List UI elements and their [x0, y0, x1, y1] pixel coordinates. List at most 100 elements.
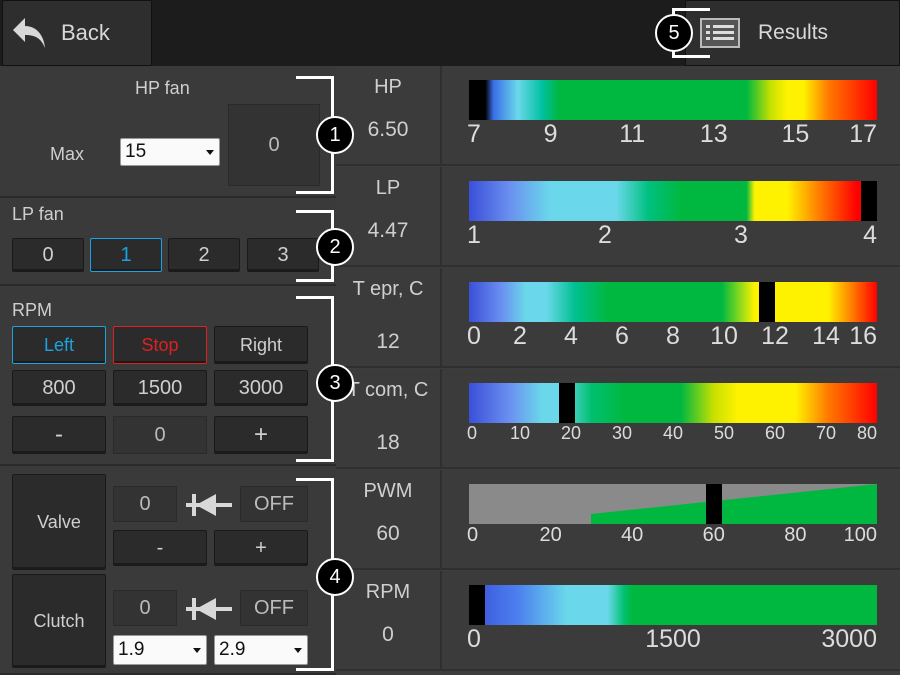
gauge-row-4: PWM 60 0 20 40 60 80 100 [336, 470, 900, 570]
gauge-marker [558, 383, 575, 423]
gauge-separator [440, 268, 442, 366]
max-select[interactable]: 15 [120, 138, 220, 166]
gauge-row-5: RPM 0 0 1500 3000 [336, 571, 900, 671]
max-label: Max [50, 144, 85, 164]
clutch-select-2[interactable]: 2.9 [214, 635, 308, 665]
gauge-marker [860, 181, 877, 221]
gauge-tick-label: 60 [702, 524, 725, 546]
valve-value: 0 [113, 486, 177, 522]
gauge-tick-label: 0 [467, 423, 478, 443]
gauge-separator [440, 66, 442, 164]
rpm-preset-3000[interactable]: 3000 [214, 370, 308, 406]
hp-fan-title: HP fan [135, 78, 190, 98]
gauge-tick-label: 12 [761, 322, 789, 350]
lp-fan-option-1[interactable]: 1 [90, 238, 162, 272]
gauge-marker [758, 282, 775, 322]
gauge-tick-label: 50 [713, 423, 735, 443]
clutch-button[interactable]: Clutch [12, 574, 106, 668]
gauge-bar [469, 383, 877, 423]
gauge-row-3: T com, C 18 0 10 20 30 40 50 60 70 80 [336, 369, 900, 469]
badge-4: 4 [316, 558, 354, 596]
clutch-value: 0 [113, 590, 177, 626]
lp-fan-option-0[interactable]: 0 [12, 238, 84, 272]
rpm-minus-button[interactable]: - [12, 416, 106, 454]
dropdown-caret-icon [193, 648, 201, 653]
clutch-select-2-value: 2.9 [219, 639, 246, 660]
gauge-label: LP [375, 177, 401, 199]
rpm-left-button[interactable]: Left [12, 326, 106, 364]
gauge-value: 0 [382, 623, 394, 646]
clutch-select-1[interactable]: 1.9 [113, 635, 207, 665]
gauge-tick-label: 6 [615, 322, 629, 350]
rpm-value-display: 0 [113, 416, 207, 454]
gauge-tick-label: 3000 [821, 625, 877, 653]
gauge-tick-label: 16 [849, 322, 877, 350]
gauge-tick-label: 7 [467, 120, 481, 148]
rpm-right-button[interactable]: Right [214, 326, 308, 364]
pwm-ramp [591, 484, 877, 524]
rpm-stop-button[interactable]: Stop [113, 326, 207, 364]
badge-2: 2 [316, 228, 354, 266]
gauge-tick-label: 2 [598, 221, 612, 249]
gauge-tick-label: 17 [849, 120, 877, 148]
gauge-label: T epr, C [352, 278, 424, 300]
gauge-value: 60 [376, 522, 400, 545]
lp-fan-option-2[interactable]: 2 [168, 238, 240, 272]
gauge-bar [469, 181, 877, 221]
gauge-tick-label: 2 [513, 322, 527, 350]
back-button[interactable]: Back [2, 0, 152, 66]
gauge-tick-label: 80 [784, 524, 807, 546]
rpm-panel: RPM Left Stop Right 800 1500 3000 - 0 + [0, 286, 336, 466]
gauge-marker [469, 585, 485, 625]
gauge-tick-label: 9 [543, 120, 558, 148]
gauge-bar [469, 585, 877, 625]
badge-5: 5 [655, 14, 693, 52]
results-label: Results [758, 21, 829, 44]
rpm-title: RPM [12, 300, 52, 320]
badge-3: 3 [316, 364, 354, 402]
gauge-tick-label: 40 [662, 423, 684, 443]
valve-minus-button[interactable]: - [113, 530, 207, 566]
gauge-tick-label: 0 [467, 524, 479, 546]
gauge-tick-label: 1 [467, 221, 481, 249]
back-arrow-icon [13, 18, 45, 48]
clutch-select-1-value: 1.9 [118, 639, 145, 660]
badge-1: 1 [316, 116, 354, 154]
gauge-bar [469, 282, 877, 322]
gauge-separator [440, 167, 442, 265]
rpm-preset-800[interactable]: 800 [12, 370, 106, 406]
results-button[interactable]: Results [685, 0, 900, 66]
gauge-tick-label: 0 [467, 625, 481, 653]
gauge-label: PWM [363, 480, 413, 502]
gauge-tick-label: 70 [815, 423, 837, 443]
gauge-tick-label: 30 [611, 423, 633, 443]
gauge-tick-label: 4 [564, 322, 578, 350]
gauge-tick-label: 60 [764, 423, 786, 443]
valve-button[interactable]: Valve [12, 474, 106, 570]
gauge-tick-label: 3 [734, 221, 748, 249]
gauge-bar [469, 80, 877, 120]
gauge-row-2: T epr, C 12 0 2 4 6 8 10 12 14 16 [336, 268, 900, 368]
lp-fan-panel: LP fan 0 1 2 3 [0, 198, 336, 286]
back-label: Back [61, 20, 110, 45]
gauge-value: 12 [376, 330, 400, 353]
max-select-value: 15 [125, 141, 147, 162]
gauge-tick-label: 10 [509, 423, 531, 443]
rpm-preset-1500[interactable]: 1500 [113, 370, 207, 406]
rpm-plus-button[interactable]: + [214, 416, 308, 454]
gauge-bar [469, 484, 877, 524]
gauge-tick-label: 80 [856, 423, 877, 443]
gauge-tick-label: 100 [843, 524, 877, 546]
gauge-tick-label: 20 [539, 524, 562, 546]
gauge-tick-label: 20 [560, 423, 582, 443]
valve-plus-button[interactable]: + [214, 530, 308, 566]
gauge-separator [440, 571, 442, 669]
gauge-marker [469, 80, 485, 120]
gauge-separator [440, 369, 442, 467]
gauge-row-1: LP 4.47 1 2 3 4 [336, 167, 900, 267]
hp-fan-panel: HP fan Max 15 0 [0, 66, 336, 198]
gauge-tick-label: 13 [699, 120, 728, 148]
gauge-tick-label: 40 [621, 524, 644, 546]
gauge-tick-label: 0 [467, 322, 481, 350]
dropdown-caret-icon [206, 150, 214, 155]
